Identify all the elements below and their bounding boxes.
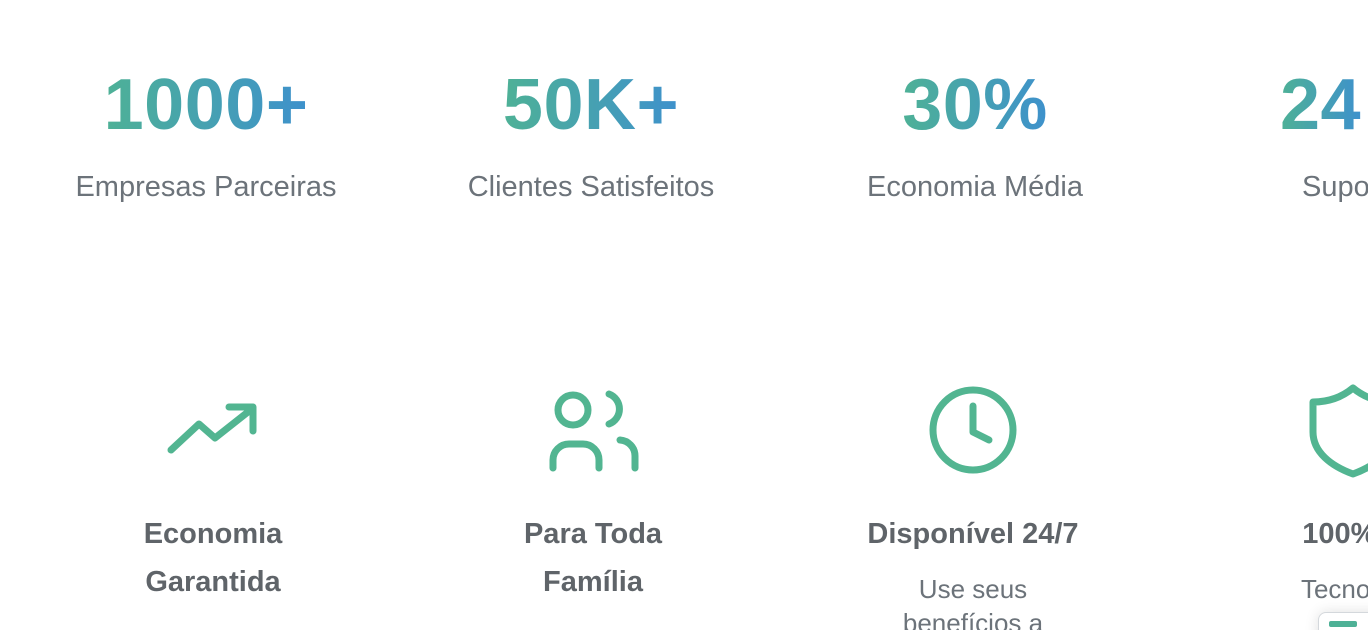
feature-title: Para Toda Família <box>523 518 663 598</box>
stat-value: 1000+ <box>104 62 309 148</box>
feature-title: Disponível 24/7 <box>867 518 1079 550</box>
stat-average-savings: 30% Economia Média <box>785 62 1165 204</box>
trending-up-icon <box>163 380 263 480</box>
feature-title: Economia Garantida <box>143 518 283 598</box>
stat-value: 50K+ <box>503 62 679 148</box>
stat-label: Supo <box>1302 171 1368 203</box>
feature-secure: 100% S Tecnolog <box>1163 380 1368 606</box>
stat-label: Clientes Satisfeitos <box>467 171 715 203</box>
stat-label: Economia Média <box>867 171 1083 203</box>
stats-and-features-section: 1000+ Empresas Parceiras 50K+ Clientes S… <box>0 0 1368 630</box>
stat-partner-companies: 1000+ Empresas Parceiras <box>16 62 396 204</box>
feature-title: 100% S <box>1302 518 1368 550</box>
users-icon <box>543 380 643 480</box>
feature-whole-family: Para Toda Família <box>403 380 783 606</box>
stat-label: Empresas Parceiras <box>75 171 337 203</box>
clock-icon <box>923 380 1023 480</box>
stat-value: 30% <box>902 62 1048 148</box>
stat-value: 24 <box>1280 62 1361 148</box>
feature-description: Use seus benefícios a <box>902 574 1044 630</box>
feature-description: Tecnolog <box>1300 574 1368 604</box>
shield-icon <box>1303 380 1368 480</box>
feature-available-24-7: Disponível 24/7 Use seus benefícios a <box>783 380 1163 630</box>
stat-support: 24 Supo <box>1280 62 1368 204</box>
stat-satisfied-clients: 50K+ Clientes Satisfeitos <box>401 62 781 204</box>
floating-widget[interactable] <box>1318 612 1368 630</box>
feature-guaranteed-savings: Economia Garantida <box>23 380 403 606</box>
